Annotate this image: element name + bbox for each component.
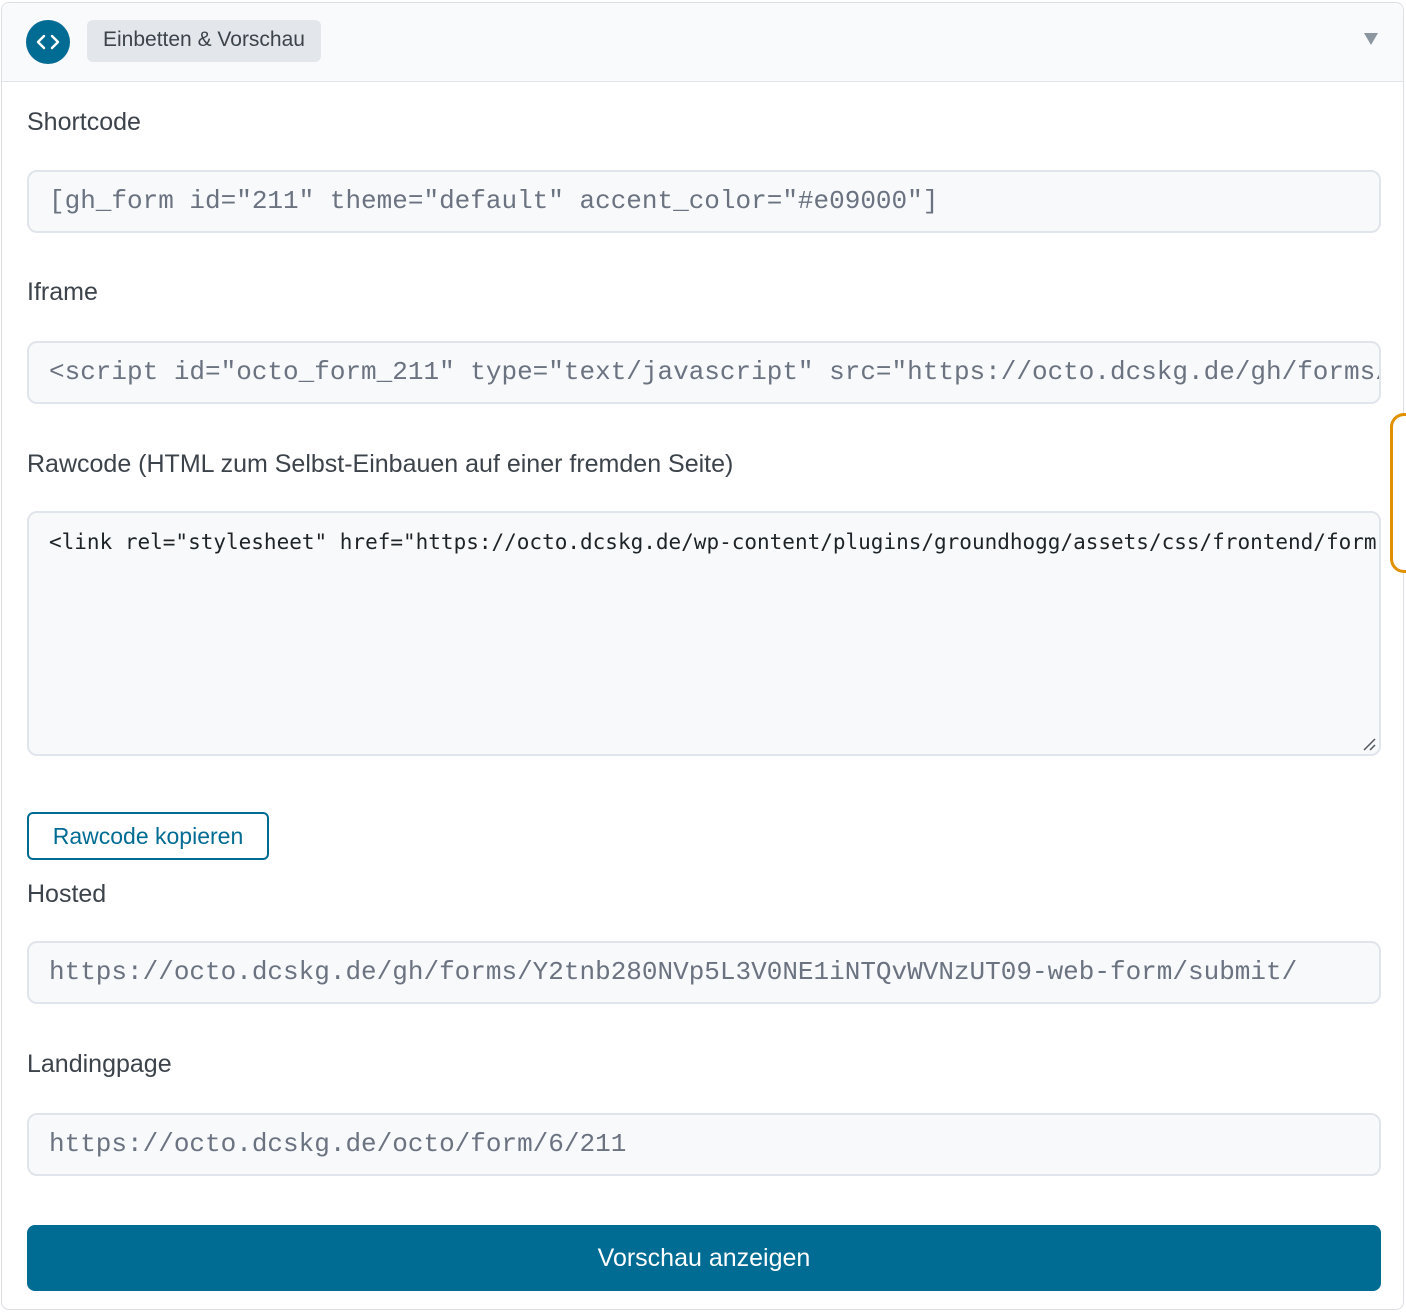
copy-rawcode-button[interactable]: Rawcode kopieren — [27, 812, 269, 860]
show-preview-button[interactable]: Vorschau anzeigen — [27, 1225, 1381, 1291]
side-feedback-tab[interactable] — [1390, 413, 1406, 573]
panel-header[interactable]: Einbetten & Vorschau — [2, 3, 1403, 82]
shortcode-field[interactable]: [gh_form id="211" theme="default" accent… — [27, 170, 1381, 233]
shortcode-label: Shortcode — [27, 108, 141, 136]
resize-handle-icon[interactable] — [1360, 735, 1376, 751]
hosted-url-field[interactable]: https://octo.dcskg.de/gh/forms/Y2tnb280N… — [27, 941, 1381, 1004]
section-title-tag: Einbetten & Vorschau — [87, 20, 321, 62]
rawcode-label: Rawcode (HTML zum Selbst-Einbauen auf ei… — [27, 450, 734, 478]
landingpage-url-field[interactable]: https://octo.dcskg.de/octo/form/6/211 — [27, 1113, 1381, 1176]
iframe-label: Iframe — [27, 278, 98, 306]
rawcode-textarea[interactable]: <link rel="stylesheet" href="https://oct… — [27, 511, 1381, 756]
embed-preview-panel: Einbetten & Vorschau Shortcode [gh_form … — [1, 2, 1404, 1310]
caret-down-icon[interactable] — [1361, 29, 1381, 49]
rawcode-text: <link rel="stylesheet" href="https://oct… — [49, 530, 1381, 554]
iframe-field[interactable]: <script id="octo_form_211" type="text/ja… — [27, 341, 1381, 404]
hosted-label: Hosted — [27, 880, 107, 908]
landingpage-label: Landingpage — [27, 1050, 172, 1078]
code-brackets-icon — [26, 20, 70, 64]
